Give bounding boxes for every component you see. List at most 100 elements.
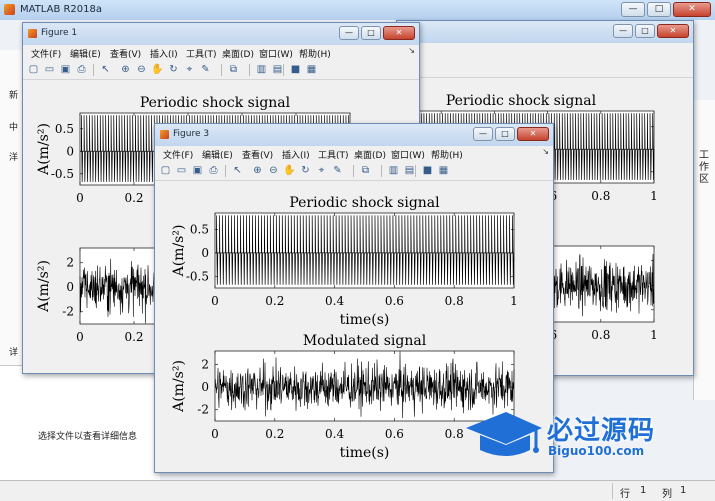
menu-item[interactable]: 窗口(W): [259, 47, 293, 60]
app-title: MATLAB R2018a: [20, 4, 103, 15]
new-file-icon[interactable]: ▢: [27, 63, 40, 76]
pointer-icon[interactable]: ↖: [99, 63, 112, 76]
show-plot-tools-icon[interactable]: ▦: [305, 63, 318, 76]
maximize-button[interactable]: □: [361, 26, 381, 40]
zoom-out-icon[interactable]: ⊖: [135, 63, 148, 76]
close-button[interactable]: ✕: [673, 2, 711, 17]
rotate-icon[interactable]: ↻: [167, 63, 180, 76]
print-icon[interactable]: ⎙: [75, 63, 88, 76]
menu-item[interactable]: 桌面(D): [222, 47, 254, 60]
figure-icon: [160, 130, 169, 139]
print-icon[interactable]: ⎙: [207, 164, 220, 177]
close-button[interactable]: ✕: [657, 24, 689, 38]
figure-toolbar: ▢ ▭ ▣ ⎙ ↖ ⊕ ⊖ ✋ ↻ ⌖ ✎ ⧉ ▥ ▤ ■ ▦: [155, 162, 553, 181]
x-tick-label: 0.8: [445, 427, 464, 441]
x-tick-label: 0.4: [325, 427, 344, 441]
save-icon[interactable]: ▣: [59, 63, 72, 76]
data-cursor-icon[interactable]: ⌖: [315, 164, 328, 177]
x-tick-label: 1: [650, 328, 658, 342]
x-tick-label: 0.6: [385, 294, 404, 308]
axes-box: [214, 212, 515, 289]
side-label: 洋: [9, 153, 19, 163]
y-tick-label: 0: [66, 280, 74, 294]
y-tick-label: -2: [62, 305, 74, 319]
menu-item[interactable]: 帮助(H): [431, 148, 463, 161]
main-titlebar[interactable]: MATLAB R2018a — □ ✕: [0, 0, 715, 21]
data-cursor-icon[interactable]: ⌖: [183, 63, 196, 76]
y-tick-label: 0: [201, 246, 209, 260]
chart-title: Periodic shock signal: [140, 95, 291, 111]
hide-plot-tools-icon[interactable]: ■: [421, 164, 434, 177]
menu-item[interactable]: 文件(F): [163, 148, 193, 161]
y-tick-label: -2: [197, 403, 209, 417]
close-button[interactable]: ✕: [517, 127, 549, 141]
pan-icon[interactable]: ✋: [151, 63, 164, 76]
menu-dock-arrow-icon[interactable]: ↘: [408, 46, 415, 55]
menu-item[interactable]: 文件(F): [31, 47, 61, 60]
open-folder-icon[interactable]: ▭: [175, 164, 188, 177]
x-tick-label: 1: [650, 189, 658, 203]
chart-title: Periodic shock signal: [289, 195, 440, 211]
matlab-logo-icon: [4, 4, 15, 15]
open-folder-icon[interactable]: ▭: [43, 63, 56, 76]
side-label: 详: [9, 348, 19, 358]
pointer-icon[interactable]: ↖: [231, 164, 244, 177]
maximize-button[interactable]: □: [495, 127, 515, 141]
figure-toolbar: [397, 59, 693, 78]
figure-toolbar: ▢ ▭ ▣ ⎙ ↖ ⊕ ⊖ ✋ ↻ ⌖ ✎ ⧉ ▥ ▤ ■ ▦: [23, 61, 419, 80]
brush-icon[interactable]: ✎: [331, 164, 344, 177]
pan-icon[interactable]: ✋: [283, 164, 296, 177]
minimize-button[interactable]: —: [613, 24, 633, 38]
menu-item[interactable]: 插入(I): [150, 47, 178, 60]
graduation-cap-logo: [466, 412, 542, 456]
save-icon[interactable]: ▣: [191, 164, 204, 177]
zoom-in-icon[interactable]: ⊕: [119, 63, 132, 76]
y-tick-label: 0.5: [55, 122, 74, 136]
maximize-button[interactable]: □: [635, 24, 655, 38]
status-bar: 行 1 列 1: [0, 480, 715, 501]
close-button[interactable]: ✕: [383, 26, 415, 40]
minimize-button[interactable]: —: [621, 2, 645, 17]
figure-titlebar[interactable]: — □ ✕: [397, 21, 693, 44]
menu-item[interactable]: 工具(T): [186, 47, 217, 60]
figure-title: Figure 1: [41, 28, 78, 38]
x-tick-label: 0.6: [385, 427, 404, 441]
menu-item[interactable]: 插入(I): [282, 148, 310, 161]
figure-titlebar[interactable]: Figure 1 — □ ✕: [23, 23, 419, 46]
menu-item[interactable]: 桌面(D): [354, 148, 386, 161]
colorbar-icon[interactable]: ▥: [387, 164, 400, 177]
status-line-value: 1: [640, 485, 647, 496]
menu-item[interactable]: 查看(V): [242, 148, 273, 161]
chart-title: Modulated signal: [303, 333, 427, 349]
zoom-out-icon[interactable]: ⊖: [267, 164, 280, 177]
colorbar-icon[interactable]: ▥: [255, 63, 268, 76]
workspace-panel[interactable]: 工作区: [693, 100, 715, 400]
menu-item[interactable]: 窗口(W): [391, 148, 425, 161]
x-tick-label: 1: [510, 294, 518, 308]
x-axis-label: time(s): [340, 445, 390, 461]
link-icon[interactable]: ⧉: [227, 63, 240, 76]
brush-icon[interactable]: ✎: [199, 63, 212, 76]
menu-item[interactable]: 帮助(H): [299, 47, 331, 60]
show-plot-tools-icon[interactable]: ▦: [437, 164, 450, 177]
hide-plot-tools-icon[interactable]: ■: [289, 63, 302, 76]
figure-menubar: 文件(F) 编辑(E) 查看(V) 插入(I) 工具(T) 桌面(D) 窗口(W) 帮助(H)…: [23, 45, 419, 61]
minimize-button[interactable]: —: [339, 26, 359, 40]
menu-dock-arrow-icon[interactable]: ↘: [542, 147, 549, 156]
minimize-button[interactable]: —: [473, 127, 493, 141]
menu-item[interactable]: 工具(T): [318, 148, 349, 161]
zoom-in-icon[interactable]: ⊕: [251, 164, 264, 177]
x-tick-label: 0.2: [265, 427, 284, 441]
menu-item[interactable]: 编辑(E): [202, 148, 233, 161]
rotate-icon[interactable]: ↻: [299, 164, 312, 177]
menu-item[interactable]: 编辑(E): [70, 47, 101, 60]
new-file-icon[interactable]: ▢: [159, 164, 172, 177]
maximize-button[interactable]: □: [647, 2, 671, 17]
y-tick-label: 0.5: [190, 222, 209, 236]
x-tick-label: 0.2: [124, 191, 143, 205]
figure-titlebar[interactable]: Figure 3 — □ ✕: [155, 124, 553, 147]
menu-item[interactable]: 查看(V): [110, 47, 141, 60]
link-icon[interactable]: ⧉: [359, 164, 372, 177]
y-axis-label: A(m/s²): [36, 123, 52, 176]
fig3-top-axes: Periodic shock signal0 0.2 0.4 0.6 0.8 1-0.50…: [171, 195, 518, 328]
